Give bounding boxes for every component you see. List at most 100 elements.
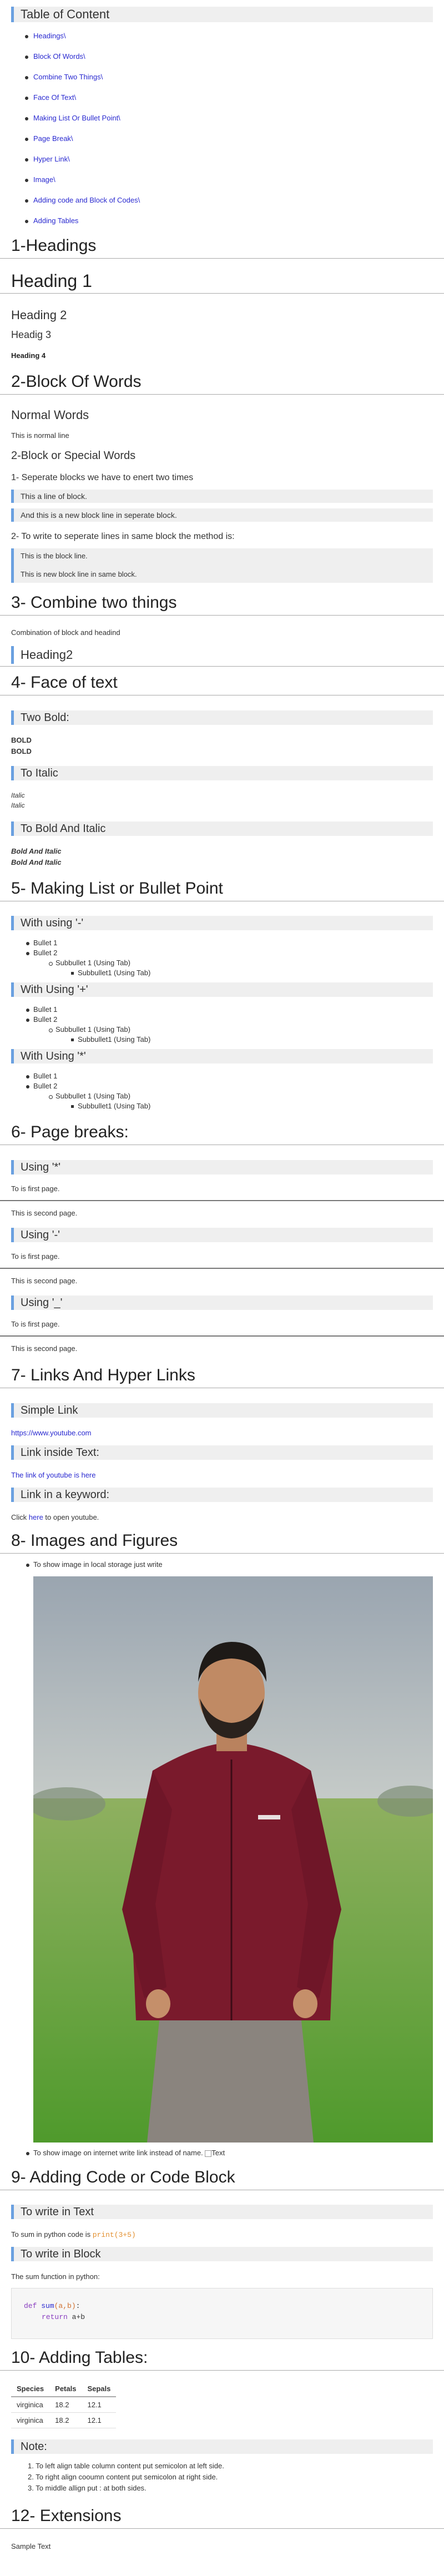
second-page-text: This is second page. — [11, 1277, 78, 1285]
toc-title: Table of Content — [11, 7, 433, 22]
bullet-circle — [49, 1095, 53, 1099]
note-item: 2. To right align cooumn content put sem… — [28, 2473, 218, 2481]
bullet-dot — [26, 1564, 29, 1567]
toc-bullet — [25, 220, 28, 223]
toc-link-headings[interactable]: Headings\ — [33, 32, 66, 40]
list-subsubitem: Subbullet1 (Using Tab) — [78, 1102, 151, 1110]
bullet-circle — [49, 1029, 53, 1032]
table-header: Sepals — [82, 2381, 117, 2397]
bold-italic-text-1: Bold And Italic — [11, 847, 62, 855]
heading-2-sample: Heading 2 — [11, 308, 67, 322]
toc-bullet — [25, 97, 28, 100]
break-dash-heading: Using '-' — [11, 1228, 433, 1242]
section-heading-extensions: 12- Extensions — [0, 2506, 444, 2529]
table-row: virginica 18.2 12.1 — [11, 2412, 117, 2428]
table-cell: 12.1 — [82, 2412, 117, 2428]
toc-link-hyper-link[interactable]: Hyper Link\ — [33, 155, 70, 163]
combined-heading-blockquote: Heading2 — [11, 646, 433, 664]
list-item: Bullet 1 — [33, 1005, 58, 1014]
bullet-dot — [26, 1009, 29, 1012]
section-heading-page-breaks: 6- Page breaks: — [0, 1122, 444, 1145]
portrait-photo — [33, 1576, 433, 2143]
break-star-heading: Using '*' — [11, 1160, 433, 1174]
bullet-dot — [26, 1019, 29, 1022]
bullet-square — [71, 1105, 74, 1108]
list-subsubitem: Subbullet1 (Using Tab) — [78, 969, 151, 977]
note-heading: Note: — [11, 2439, 433, 2454]
page-break-line — [0, 1335, 444, 1337]
toc-link-tables[interactable]: Adding Tables — [33, 216, 78, 225]
broken-image-icon — [205, 2150, 212, 2157]
section-heading-lists: 5- Making List or Bullet Point — [0, 879, 444, 901]
toc-link-page-break[interactable]: Page Break\ — [33, 134, 73, 143]
code-in-text-heading: To write in Text — [11, 2205, 433, 2219]
code-line-1: def sum(a,b): — [24, 2302, 80, 2310]
special-words-heading: 2-Block or Special Words — [11, 450, 136, 462]
heading-3-sample: Headig 3 — [11, 329, 52, 340]
italic-text-2: Italic — [11, 801, 25, 809]
break-underscore-heading: Using '_' — [11, 1295, 433, 1310]
bold-text-1: BOLD — [11, 736, 32, 744]
toc-bullet — [25, 158, 28, 162]
link-inside-text-heading: Link inside Text: — [11, 1445, 433, 1460]
list-subsubitem: Subbullet1 (Using Tab) — [78, 1035, 151, 1043]
toc-link-block-of-words[interactable]: Block Of Words\ — [33, 52, 85, 61]
toc-bullet — [25, 56, 28, 59]
section-heading-links: 7- Links And Hyper Links — [0, 1365, 444, 1388]
section-heading-headings: 1-Headings — [0, 236, 444, 259]
toc-link-face-of-text[interactable]: Face Of Text\ — [33, 93, 76, 102]
toc-bullet — [25, 179, 28, 182]
youtube-url-link[interactable]: https://www.youtube.com — [11, 1429, 92, 1437]
markdown-document: Table of Content Headings\ Block Of Word… — [0, 0, 444, 2576]
bullet-square — [71, 1039, 74, 1041]
table-cell: virginica — [11, 2412, 50, 2428]
bullet-dot — [26, 1075, 29, 1078]
toc-bullet — [25, 117, 28, 120]
first-page-text: To is first page. — [11, 1252, 60, 1261]
second-page-text: This is second page. — [11, 1344, 78, 1353]
bullet-dot — [26, 1085, 29, 1088]
star-list-heading: With Using '*' — [11, 1049, 433, 1063]
code-line-2: return a+b — [42, 2313, 85, 2321]
table-cell: 12.1 — [82, 2397, 117, 2413]
italic-text-1: Italic — [11, 792, 25, 799]
sum-function-text: The sum function in python: — [11, 2272, 100, 2281]
table-cell: virginica — [11, 2397, 50, 2413]
first-page-text: To is first page. — [11, 1320, 60, 1328]
bullet-dot — [26, 952, 29, 955]
table-cell: 18.2 — [49, 2412, 82, 2428]
toc-link-combine[interactable]: Combine Two Things\ — [33, 73, 103, 81]
list-subitem: Subbullet 1 (Using Tab) — [56, 1025, 130, 1034]
section-heading-code: 9- Adding Code or Code Block — [0, 2167, 444, 2190]
normal-words-heading: Normal Words — [11, 408, 89, 422]
normal-line-text: This is normal line — [11, 431, 69, 440]
toc-bullet — [25, 138, 28, 141]
table-row: virginica 18.2 12.1 — [11, 2397, 117, 2413]
youtube-text-link[interactable]: The link of youtube is here — [11, 1471, 95, 1479]
internet-image-text: To show image on internet write link ins… — [33, 2149, 225, 2157]
simple-link-heading: Simple Link — [11, 1403, 433, 1418]
list-item: Bullet 1 — [33, 939, 58, 947]
species-table: Species Petals Sepals virginica 18.2 12.… — [11, 2381, 117, 2428]
sample-text: Sample Text — [11, 2542, 51, 2550]
toc-link-code[interactable]: Adding code and Block of Codes\ — [33, 196, 140, 204]
section-heading-combine: 3- Combine two things — [0, 593, 444, 616]
dash-list-heading: With using '-' — [11, 916, 433, 930]
toc-bullet — [25, 76, 28, 79]
section-heading-block-of-words: 2-Block Of Words — [0, 372, 444, 395]
divider — [0, 666, 444, 667]
bullet-dot — [26, 942, 29, 945]
combine-text: Combination of block and headind — [11, 628, 120, 637]
here-link[interactable]: here — [29, 1513, 43, 1521]
toc-bullet — [25, 35, 28, 38]
toc-link-lists[interactable]: Making List Or Bullet Point\ — [33, 114, 120, 122]
heading-1-sample: Heading 1 — [0, 271, 444, 294]
inline-code: print(3+5) — [92, 2231, 136, 2239]
list-subitem: Subbullet 1 (Using Tab) — [56, 1092, 130, 1100]
note-item: 3. To middle allign put : at both sides. — [28, 2484, 147, 2492]
bold-text-2: BOLD — [11, 747, 32, 755]
code-in-block-heading: To write in Block — [11, 2247, 433, 2261]
note-item: 1. To left align table column content pu… — [28, 2462, 224, 2470]
first-page-text: To is first page. — [11, 1184, 60, 1193]
toc-link-image[interactable]: Image\ — [33, 175, 56, 184]
